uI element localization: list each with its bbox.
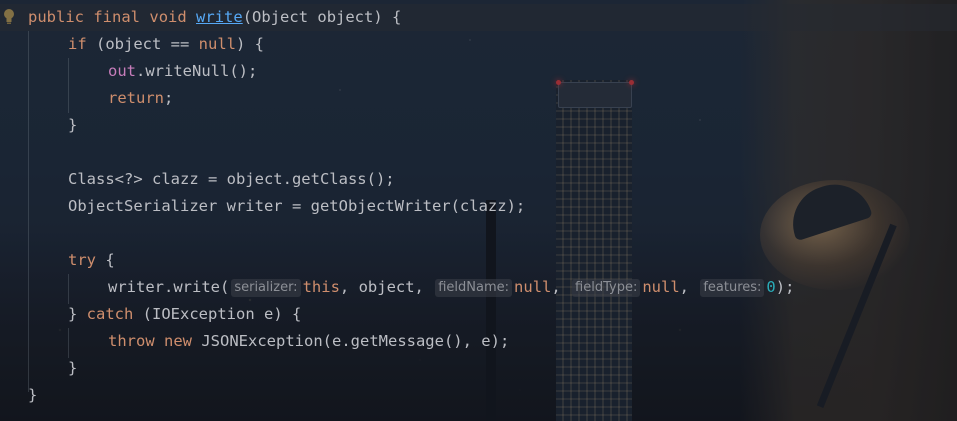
- parameter-hint: serializer:: [231, 279, 301, 297]
- code-editor[interactable]: public final void write(Object object) {…: [0, 0, 957, 421]
- code-line-14[interactable]: }: [68, 355, 77, 382]
- code-text: writer.write(: [108, 278, 230, 296]
- code-text: {: [96, 251, 115, 269]
- code-text: ,: [551, 278, 571, 296]
- code-line-8[interactable]: ObjectSerializer writer = getObjectWrite…: [68, 193, 525, 220]
- indent-guide: [68, 274, 69, 304]
- code-text: }: [68, 305, 87, 323]
- keyword: throw: [108, 332, 155, 350]
- code-line-5[interactable]: }: [68, 112, 77, 139]
- code-text: ObjectSerializer writer = getObjectWrite…: [68, 197, 526, 215]
- code-line-4[interactable]: return;: [108, 85, 173, 112]
- keyword: if: [68, 35, 87, 53]
- indent-guide: [28, 31, 29, 392]
- indent-guide: [68, 58, 69, 113]
- static-field: out: [108, 62, 136, 80]
- keyword: null: [198, 35, 236, 53]
- parameter-hint: fieldName:: [435, 279, 513, 297]
- code-text: (IOException e) {: [133, 305, 302, 323]
- number-literal: 0: [766, 278, 776, 296]
- keyword: null: [514, 278, 552, 296]
- code-text: Class<?> clazz = object.getClass();: [68, 170, 395, 188]
- parameter-hint: features:: [700, 279, 765, 297]
- code-line-3[interactable]: out.writeNull();: [108, 58, 257, 85]
- code-line-11[interactable]: writer.write(serializer: this, object, fi…: [108, 274, 794, 301]
- code-text: (Object object) {: [242, 8, 402, 26]
- code-text: ) {: [235, 35, 264, 53]
- keyword: return: [108, 89, 164, 107]
- code-text: ,: [679, 278, 699, 296]
- keyword: final: [93, 8, 141, 26]
- method-name[interactable]: write: [196, 8, 243, 26]
- keyword: public: [28, 8, 84, 26]
- code-line-1[interactable]: public final void write(Object object) {: [0, 4, 957, 31]
- code-text: }: [68, 359, 78, 377]
- code-text: JSONException(e.getMessage(), e);: [192, 332, 510, 350]
- code-line-7[interactable]: Class<?> clazz = object.getClass();: [68, 166, 395, 193]
- code-line-12[interactable]: } catch (IOException e) {: [68, 301, 301, 328]
- keyword: new: [164, 332, 193, 350]
- code-text: .writeNull();: [136, 62, 258, 80]
- code-line-10[interactable]: try {: [68, 247, 115, 274]
- keyword: this: [302, 278, 340, 296]
- keyword: null: [642, 278, 680, 296]
- keyword: catch: [86, 305, 134, 323]
- code-text: , object,: [339, 278, 434, 296]
- code-line-2[interactable]: if (object == null) {: [68, 31, 264, 58]
- code-text: );: [775, 278, 795, 296]
- code-text: }: [68, 116, 78, 134]
- keyword: try: [68, 251, 96, 269]
- indent-guide: [68, 328, 69, 358]
- keyword: void: [149, 8, 187, 26]
- parameter-hint: fieldType:: [572, 279, 641, 297]
- code-text: ;: [164, 89, 174, 107]
- code-line-13[interactable]: throw new JSONException(e.getMessage(), …: [108, 328, 509, 355]
- code-text: }: [28, 386, 38, 404]
- code-text: (object ==: [86, 35, 199, 53]
- code-line-15[interactable]: }: [28, 382, 37, 409]
